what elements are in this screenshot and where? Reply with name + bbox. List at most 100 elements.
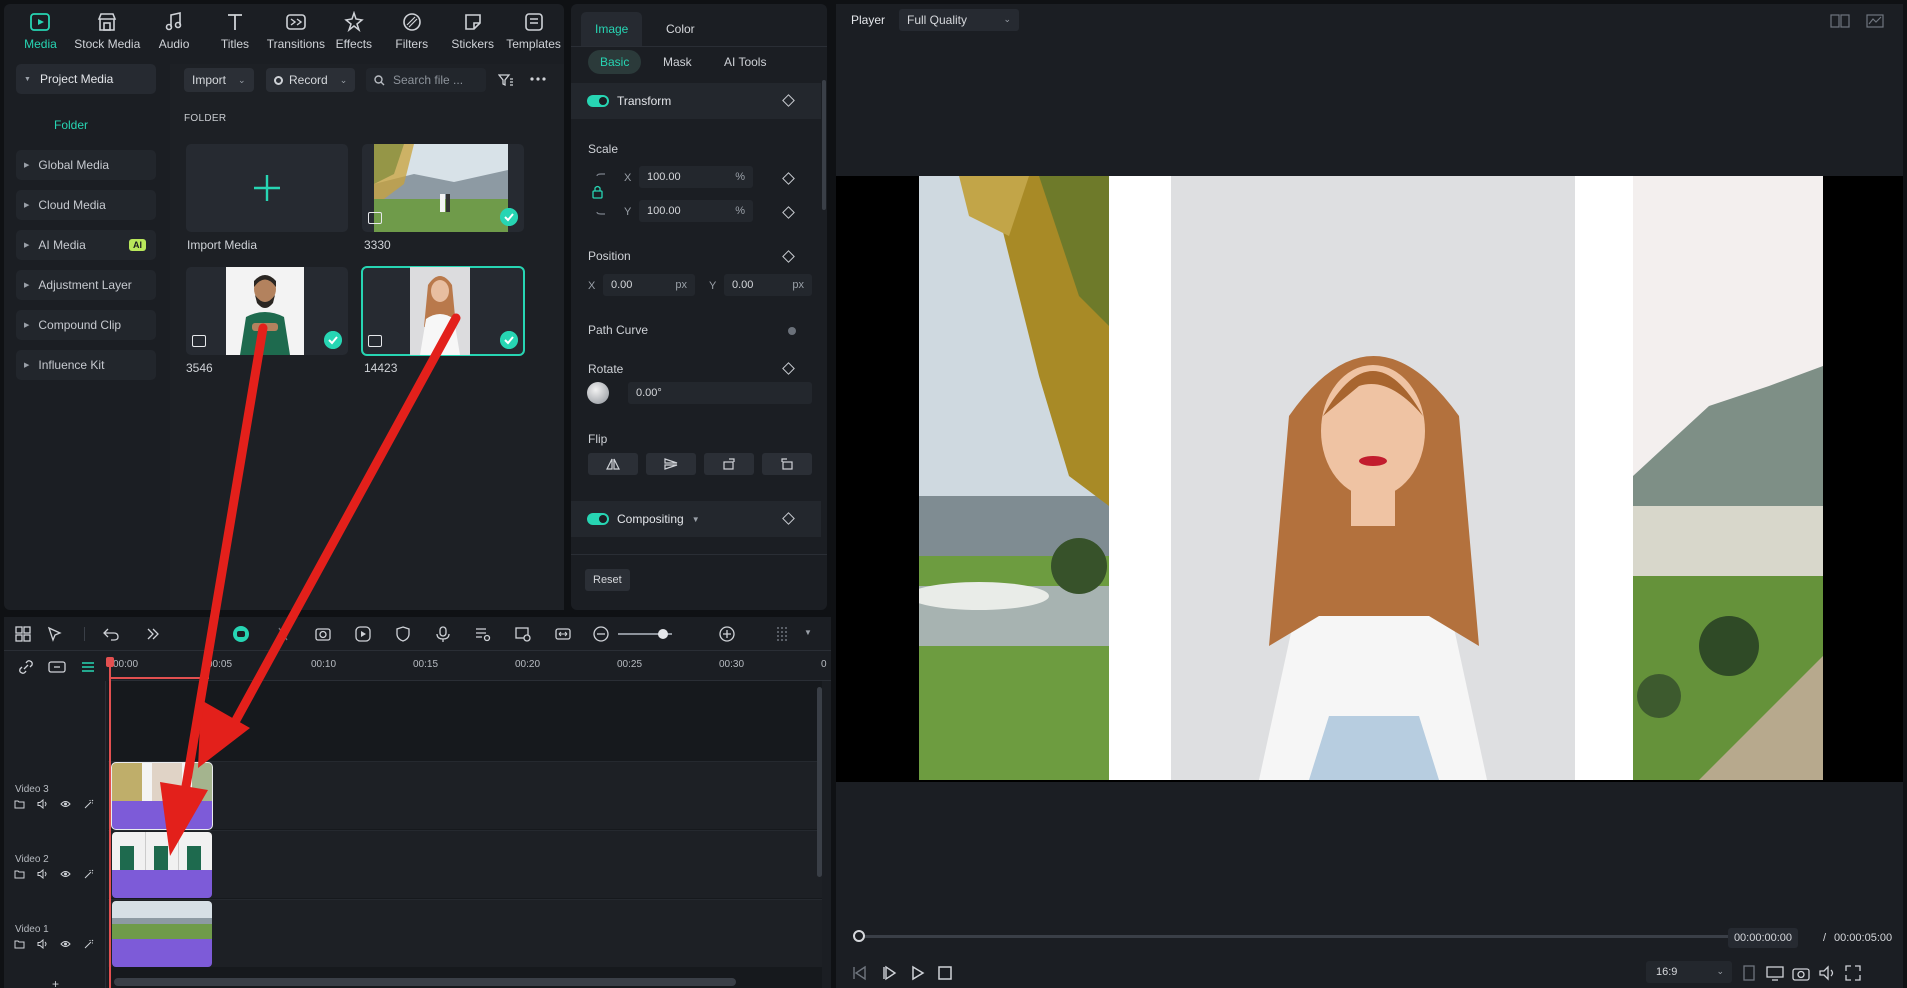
eye-icon[interactable]	[60, 939, 71, 949]
folder-icon[interactable]	[14, 939, 25, 949]
link-icon[interactable]	[18, 659, 34, 675]
audio-list-icon[interactable]	[474, 625, 492, 643]
import-media-tile[interactable]	[186, 144, 348, 232]
display-monitor-icon[interactable]	[1766, 964, 1784, 982]
scopes-icon[interactable]	[1866, 14, 1884, 28]
track-area[interactable]	[108, 681, 822, 988]
speaker-icon[interactable]	[37, 939, 48, 949]
tab-color[interactable]: Color	[652, 12, 709, 46]
media-thumb-3546[interactable]	[186, 267, 348, 355]
playhead-handle[interactable]	[106, 657, 114, 667]
rotate-dial[interactable]	[587, 382, 609, 404]
fit-timeline-icon[interactable]	[554, 625, 572, 643]
tab-media[interactable]: Media	[10, 4, 71, 58]
zoom-in-icon[interactable]	[718, 625, 736, 643]
magnetic-snap-icon[interactable]	[80, 659, 96, 675]
media-thumb-14423[interactable]	[361, 266, 525, 356]
magic-wand-icon[interactable]	[83, 939, 94, 949]
timeline-clip-video-2[interactable]	[112, 832, 212, 898]
track-manager-icon[interactable]	[48, 659, 66, 675]
folder-icon[interactable]	[14, 869, 25, 879]
media-thumb-3330[interactable]	[362, 144, 524, 232]
zoom-out-icon[interactable]	[592, 625, 610, 643]
nav-cloud-media[interactable]: ▶ Cloud Media	[16, 190, 156, 220]
tab-filters[interactable]: Filters	[381, 4, 442, 58]
record-button[interactable]: Record ⌄	[266, 68, 356, 92]
subtab-ai-tools[interactable]: AI Tools	[712, 50, 778, 74]
keyframe-diamond-icon[interactable]	[782, 172, 795, 185]
tab-stickers[interactable]: Stickers	[442, 4, 503, 58]
tab-titles[interactable]: Titles	[205, 4, 266, 58]
tab-image[interactable]: Image	[581, 12, 643, 46]
eye-icon[interactable]	[60, 869, 71, 879]
nav-global-media[interactable]: ▶ Global Media	[16, 150, 156, 180]
select-tool-icon[interactable]	[46, 625, 64, 643]
timeline-horizontal-scrollbar[interactable]	[114, 978, 736, 986]
tab-effects[interactable]: Effects	[326, 4, 381, 58]
preview-canvas[interactable]	[919, 176, 1823, 780]
lock-ratio-icon[interactable]	[587, 172, 607, 216]
volume-icon[interactable]	[1818, 964, 1836, 982]
filter-sort-icon[interactable]	[498, 73, 514, 87]
nav-folder[interactable]: Folder	[54, 118, 88, 132]
rotate-counterclockwise-button[interactable]	[762, 453, 812, 475]
speed-icon[interactable]	[354, 625, 372, 643]
grid-view-icon[interactable]	[774, 625, 792, 643]
eye-icon[interactable]	[60, 799, 71, 809]
folder-icon[interactable]	[14, 799, 25, 809]
import-button[interactable]: Import ⌄	[184, 68, 254, 92]
timeline-clip-video-1[interactable]	[112, 901, 212, 967]
speaker-icon[interactable]	[37, 869, 48, 879]
speaker-icon[interactable]	[37, 799, 48, 809]
scrubber-handle[interactable]	[853, 930, 865, 942]
layout-grid-icon[interactable]	[14, 625, 32, 643]
nav-ai-media[interactable]: ▶ AI Media AI	[16, 230, 156, 260]
rotate-field[interactable]: 0.00°	[628, 382, 812, 404]
fullscreen-icon[interactable]	[1844, 964, 1862, 982]
camera-record-icon[interactable]	[314, 625, 332, 643]
playback-scrubber[interactable]	[856, 935, 1731, 938]
nav-influence-kit[interactable]: ▶ Influence Kit	[16, 350, 156, 380]
ai-assist-icon[interactable]	[232, 625, 250, 643]
caret-down-icon[interactable]: ▼	[804, 628, 812, 637]
nav-compound-clip[interactable]: ▶ Compound Clip	[16, 310, 156, 340]
compositing-toggle[interactable]	[587, 513, 609, 525]
transform-toggle[interactable]	[587, 95, 609, 107]
flip-vertical-button[interactable]	[646, 453, 696, 475]
magic-wand-icon[interactable]	[83, 799, 94, 809]
mark-in-icon[interactable]	[1740, 964, 1758, 982]
tab-stock-media[interactable]: Stock Media	[71, 4, 144, 58]
shield-icon[interactable]	[394, 625, 412, 643]
search-input[interactable]	[393, 73, 473, 87]
prev-frame-icon[interactable]	[850, 964, 868, 982]
reset-button[interactable]: Reset	[585, 569, 630, 591]
keyframe-diamond-icon[interactable]	[782, 206, 795, 219]
step-back-icon[interactable]	[880, 964, 898, 982]
zoom-slider-handle[interactable]	[658, 629, 668, 639]
magic-wand-icon[interactable]	[83, 869, 94, 879]
add-track-button[interactable]: +	[52, 977, 59, 988]
search-field[interactable]	[366, 68, 486, 92]
compare-view-icon[interactable]	[1830, 14, 1850, 28]
split-icon[interactable]	[274, 625, 292, 643]
nav-adjustment-layer[interactable]: ▶ Adjustment Layer	[16, 270, 156, 300]
aspect-ratio-dropdown[interactable]: 16:9 ⌄	[1646, 961, 1732, 983]
tab-transitions[interactable]: Transitions	[265, 4, 326, 58]
flip-horizontal-button[interactable]	[588, 453, 638, 475]
auto-reframe-icon[interactable]	[514, 625, 532, 643]
rotate-clockwise-button[interactable]	[704, 453, 754, 475]
scale-x-field[interactable]: 100.00 %	[639, 166, 753, 188]
play-icon[interactable]	[908, 964, 926, 982]
tab-templates[interactable]: Templates	[503, 4, 564, 58]
more-options-icon[interactable]	[530, 77, 546, 81]
position-x-field[interactable]: 0.00 px	[603, 274, 695, 296]
position-y-field[interactable]: 0.00 px	[724, 274, 812, 296]
quality-dropdown[interactable]: Full Quality ⌄	[899, 9, 1019, 31]
microphone-icon[interactable]	[434, 625, 452, 643]
undo-icon[interactable]	[102, 625, 120, 643]
keyframe-diamond-icon[interactable]	[782, 250, 795, 263]
playhead[interactable]	[109, 663, 111, 988]
scale-y-field[interactable]: 100.00 %	[639, 200, 753, 222]
subtab-mask[interactable]: Mask	[651, 50, 704, 74]
timeline-ruler[interactable]: 00:00 00:05 00:10 00:15 00:20 00:25 00:3…	[109, 651, 831, 681]
